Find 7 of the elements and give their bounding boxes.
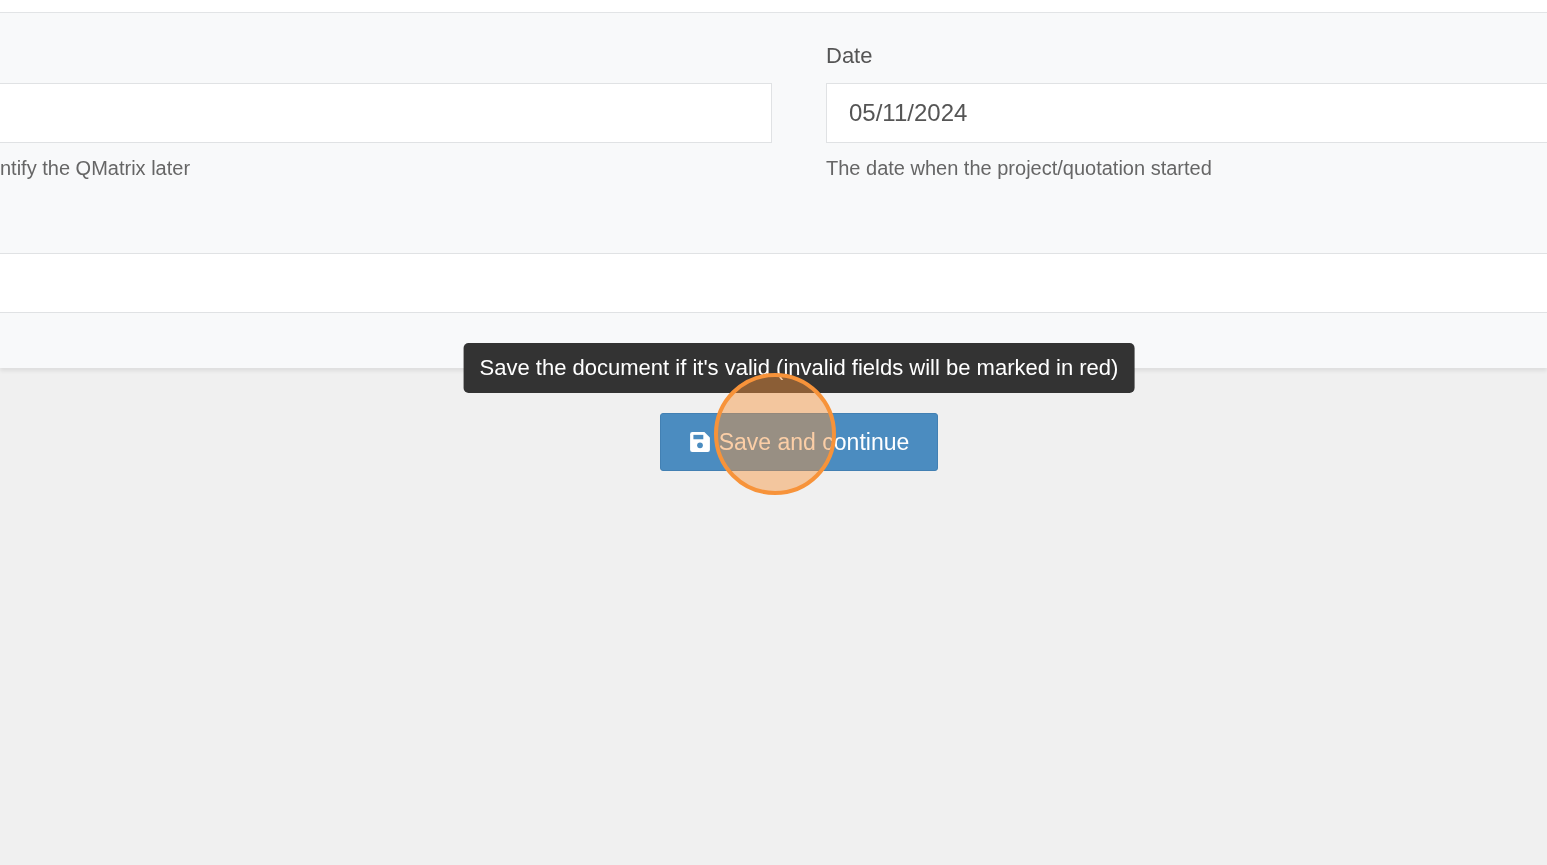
help-text: ntify the QMatrix later xyxy=(0,156,192,181)
input-field[interactable] xyxy=(0,253,1547,313)
input-field[interactable] xyxy=(0,83,772,143)
tooltip: Save the document if it's valid (invalid fields will be marked in red) xyxy=(463,343,1135,393)
field-label: Date xyxy=(826,43,874,69)
input-field[interactable]: 05/11/2024 xyxy=(826,83,1547,143)
help-text: The date when the project/quotation started xyxy=(826,156,1213,181)
